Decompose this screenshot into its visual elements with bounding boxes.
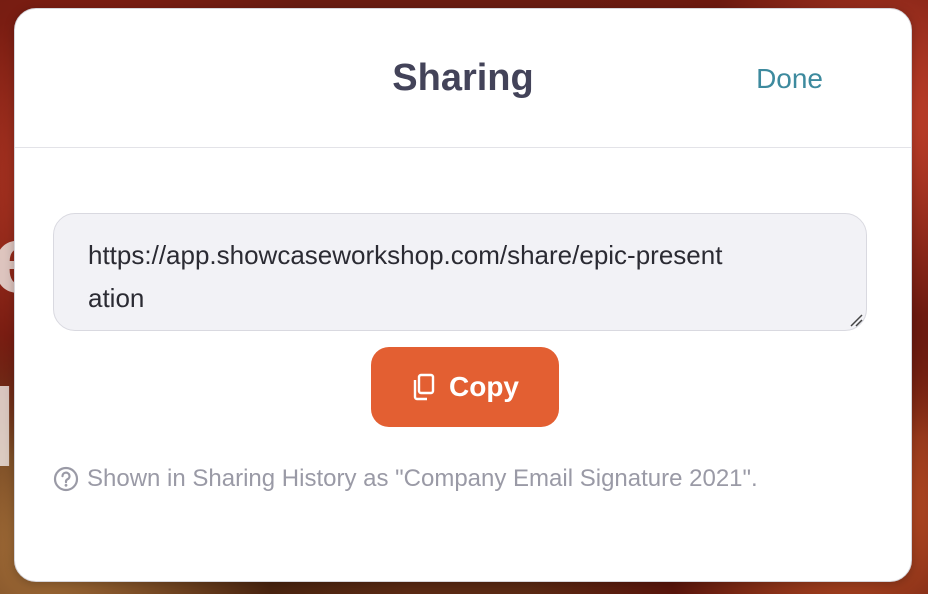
sharing-history-text: Shown in Sharing History as "Company Ema… [87, 465, 758, 492]
share-link-text: https://app.showcaseworkshop.com/share/e… [88, 240, 723, 313]
done-button[interactable]: Done [756, 63, 823, 95]
copy-button-label: Copy [449, 371, 519, 402]
sharing-dialog: Sharing Done https://app.showcaseworksho… [14, 8, 912, 582]
dialog-header: Sharing Done [15, 9, 911, 148]
resize-grip-icon[interactable] [849, 313, 863, 327]
copy-button[interactable]: Copy [371, 347, 559, 427]
copy-icon [413, 373, 435, 401]
share-link-field[interactable]: https://app.showcaseworkshop.com/share/e… [53, 213, 867, 331]
sharing-history-note: Shown in Sharing History as "Company Ema… [53, 465, 758, 493]
help-circle-icon [53, 466, 79, 492]
